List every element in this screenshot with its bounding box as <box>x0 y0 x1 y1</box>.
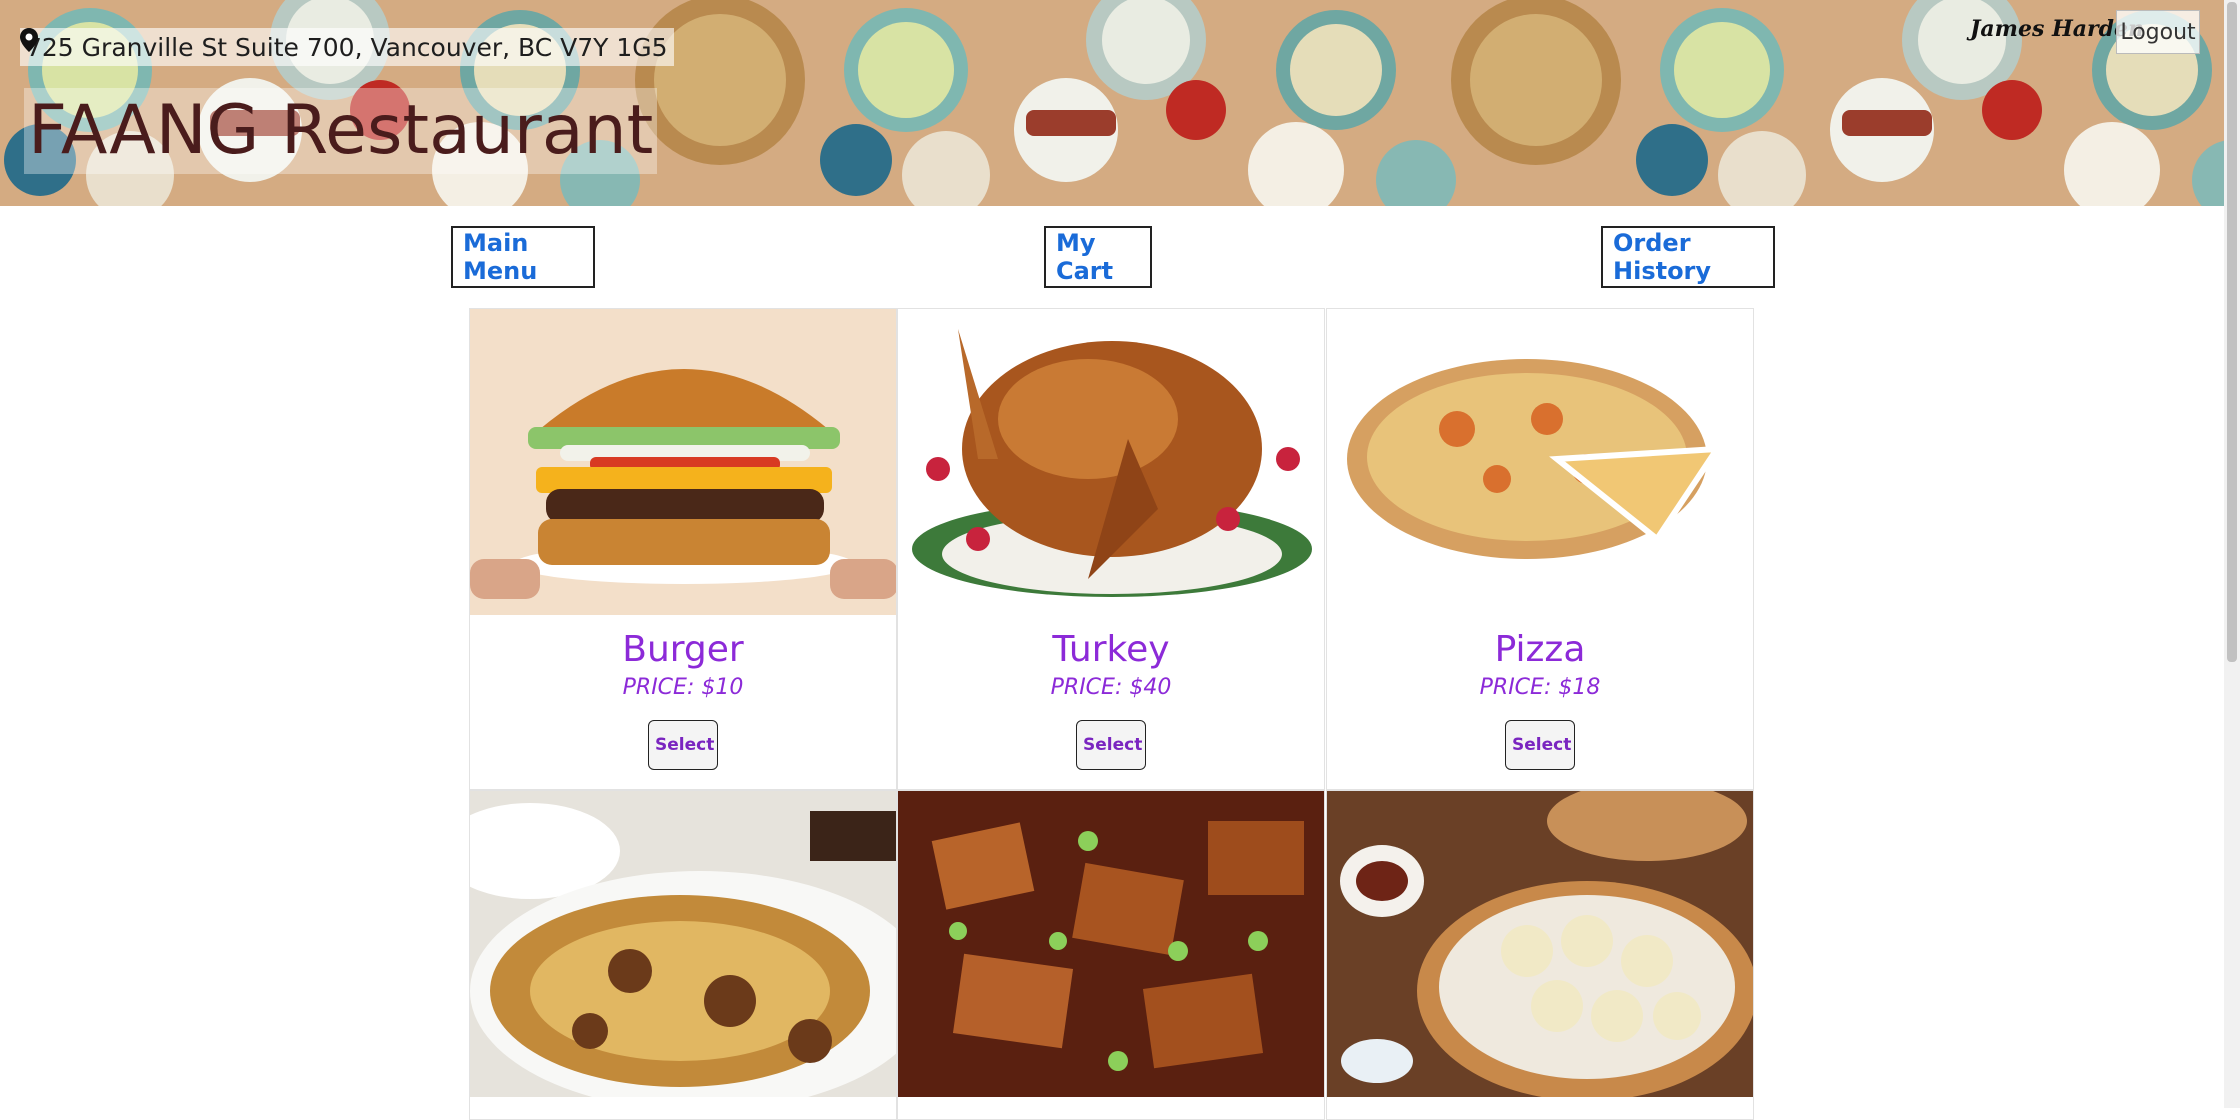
food-price: PRICE: $40 <box>1050 675 1172 700</box>
select-turkey-button[interactable]: Select <box>1076 720 1146 770</box>
scrollbar-thumb[interactable] <box>2227 2 2237 662</box>
header-banner: 725 Granville St Suite 700, Vancouver, B… <box>0 0 2224 206</box>
food-price: PRICE: $18 <box>1479 675 1601 700</box>
tofu-image <box>898 791 1324 1097</box>
dumplings-image <box>1327 791 1753 1097</box>
food-price: PRICE: $10 <box>622 675 744 700</box>
page-scrollbar[interactable] <box>2224 0 2240 1108</box>
menu-card-dumplings <box>1326 790 1754 1120</box>
select-pizza-button[interactable]: Select <box>1505 720 1575 770</box>
my-cart-button[interactable]: My Cart <box>1044 226 1152 288</box>
address-text: 725 Granville St Suite 700, Vancouver, B… <box>26 32 668 62</box>
food-name: Burger <box>622 629 744 670</box>
select-burger-button[interactable]: Select <box>648 720 718 770</box>
order-history-button[interactable]: Order History <box>1601 226 1775 288</box>
menu-card-tofu <box>897 790 1325 1120</box>
pizza-image <box>1327 309 1753 615</box>
restaurant-title: FAANG Restaurant <box>24 88 658 174</box>
map-pin-icon <box>20 28 38 52</box>
noodles-image <box>470 791 896 1097</box>
menu-card-pizza: Pizza PRICE: $18 Select <box>1326 308 1754 790</box>
menu-card-turkey: Turkey PRICE: $40 Select <box>897 308 1325 790</box>
burger-image <box>470 309 896 615</box>
menu-card-burger: Burger PRICE: $10 Select <box>469 308 897 790</box>
main-menu-button[interactable]: Main Menu <box>451 226 595 288</box>
food-name: Turkey <box>1052 629 1170 670</box>
food-name: Pizza <box>1494 629 1586 670</box>
turkey-image <box>898 309 1324 615</box>
menu-card-noodles <box>469 790 897 1120</box>
logout-button[interactable]: Logout <box>2116 10 2200 54</box>
restaurant-address: 725 Granville St Suite 700, Vancouver, B… <box>20 28 674 66</box>
